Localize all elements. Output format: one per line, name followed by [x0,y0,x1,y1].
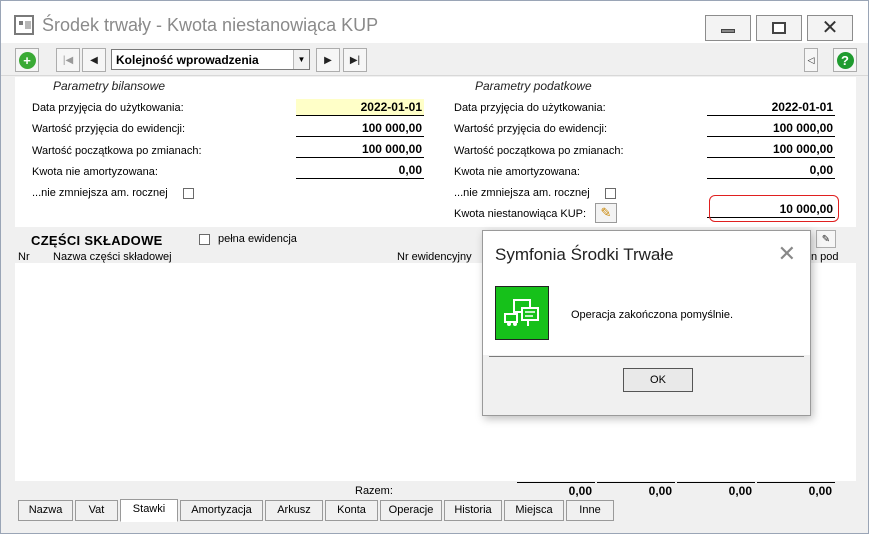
column-header-name[interactable]: Nazwa części składowej [53,251,172,263]
toolbar: + |◀ ◀ Kolejność wprowadzenia ▼ ▶ ▶| ◁ ? [1,44,868,76]
parts-title: CZĘŚCI SKŁADOWE [31,233,163,248]
tax-initial-value-label: Wartość początkowa po zmianach: [454,145,624,157]
column-header-nr[interactable]: Nr [18,251,30,263]
minimize-icon [721,29,735,33]
bil-not-amortized-field[interactable]: 0,00 [296,162,424,179]
tax-date-label: Data przyjęcia do użytkowania: [454,102,606,114]
kup-highlight [709,195,839,222]
tab-inne[interactable]: Inne [566,500,614,521]
order-select-value: Kolejność wprowadzenia [116,53,259,67]
column-header-last[interactable]: n pod [811,251,839,263]
tab-arkusz[interactable]: Arkusz [265,500,323,521]
edit-kup-button[interactable]: ✎ [595,203,617,223]
message-dialog: Symfonia Środki Trwałe ✕ Operacja zakońc… [482,230,811,416]
tab-konta[interactable]: Konta [325,500,378,521]
dialog-message: Operacja zakończona pomyślnie. [571,309,734,321]
tab-nazwa[interactable]: Nazwa [18,500,73,521]
tax-initial-value-field[interactable]: 100 000,00 [707,141,835,158]
tab-amortyzacja[interactable]: Amortyzacja [180,500,263,521]
collapse-button[interactable]: ◁ [804,48,818,72]
sum-value-3: 0,00 [677,482,755,498]
bil-not-amortized-label: Kwota nie amortyzowana: [32,166,158,178]
app-icon [14,15,34,35]
main-window: Środek trwały - Kwota niestanowiąca KUP … [0,0,869,534]
tab-vat[interactable]: Vat [75,500,118,521]
bil-date-label: Data przyjęcia do użytkowania: [32,102,184,114]
left-arrow-icon: ◁ [807,54,815,65]
prev-record-icon: ◀ [90,54,98,66]
tax-date-field[interactable]: 2022-01-01 [707,99,835,116]
kup-label: Kwota niestanowiąca KUP: [454,208,587,220]
next-record-icon: ▶ [324,54,332,66]
bil-initial-value-label: Wartość początkowa po zmianach: [32,145,202,157]
maximize-icon [772,22,786,34]
sum-value-4: 0,00 [757,482,835,498]
dialog-title: Symfonia Środki Trwałe [495,245,674,264]
tax-not-amortized-label: Kwota nie amortyzowana: [454,166,580,178]
sum-value-2: 0,00 [597,482,675,498]
sum-value-1: 0,00 [517,482,595,498]
close-button[interactable]: ✕ [807,15,853,41]
success-icon [495,286,549,340]
close-icon: ✕ [821,17,839,39]
add-icon: + [18,51,36,69]
tab-miejsca[interactable]: Miejsca [504,500,564,521]
tax-annual-checkbox-label: ...nie zmniejsza am. rocznej [454,187,590,199]
sum-label: Razem: [355,485,393,497]
bilansowe-title: Parametry bilansowe [53,79,166,93]
last-record-button[interactable]: ▶| [343,48,367,72]
bil-annual-checkbox[interactable] [183,188,194,199]
ok-button[interactable]: OK [623,368,693,392]
column-header-evid[interactable]: Nr ewidencyjny [397,251,472,263]
title-bar: Środek trwały - Kwota niestanowiąca KUP … [1,1,868,43]
first-record-icon: |◀ [62,54,74,66]
tab-historia[interactable]: Historia [444,500,502,521]
help-button[interactable]: ? [833,48,857,72]
tax-entry-value-field[interactable]: 100 000,00 [707,120,835,137]
full-evidence-label: pełna ewidencja [218,233,297,245]
window-title: Środek trwały - Kwota niestanowiąca KUP [42,15,379,35]
minimize-button[interactable] [705,15,751,41]
dialog-separator [489,356,804,357]
edit-icon: ✎ [821,233,831,245]
parts-edit-button[interactable]: ✎ [816,230,836,248]
pencil-icon: ✎ [600,205,612,220]
bil-entry-value-field[interactable]: 100 000,00 [296,120,424,137]
dialog-title-bar: Symfonia Środki Trwałe ✕ [483,231,810,275]
dialog-body: Operacja zakończona pomyślnie. [483,275,810,355]
add-button[interactable]: + [15,48,39,72]
bil-date-field[interactable]: 2022-01-01 [296,99,424,116]
tab-stawki[interactable]: Stawki [120,499,178,522]
tax-not-amortized-field[interactable]: 0,00 [707,162,835,179]
chevron-down-icon[interactable]: ▼ [293,50,309,69]
prev-record-button[interactable]: ◀ [82,48,106,72]
dialog-close-icon[interactable]: ✕ [778,241,796,267]
bil-annual-checkbox-label: ...nie zmniejsza am. rocznej [32,187,168,199]
bil-entry-value-label: Wartość przyjęcia do ewidencji: [32,123,186,135]
last-record-icon: ▶| [349,54,361,66]
order-select[interactable]: Kolejność wprowadzenia ▼ [111,49,310,70]
podatkowe-title: Parametry podatkowe [475,79,592,93]
tax-annual-checkbox[interactable] [605,188,616,199]
tab-operacje[interactable]: Operacje [380,500,442,521]
full-evidence-checkbox[interactable] [199,234,210,245]
next-record-button[interactable]: ▶ [316,48,340,72]
maximize-button[interactable] [756,15,802,41]
bil-initial-value-field[interactable]: 100 000,00 [296,141,424,158]
help-icon: ? [836,51,854,69]
first-record-button[interactable]: |◀ [56,48,80,72]
tax-entry-value-label: Wartość przyjęcia do ewidencji: [454,123,608,135]
